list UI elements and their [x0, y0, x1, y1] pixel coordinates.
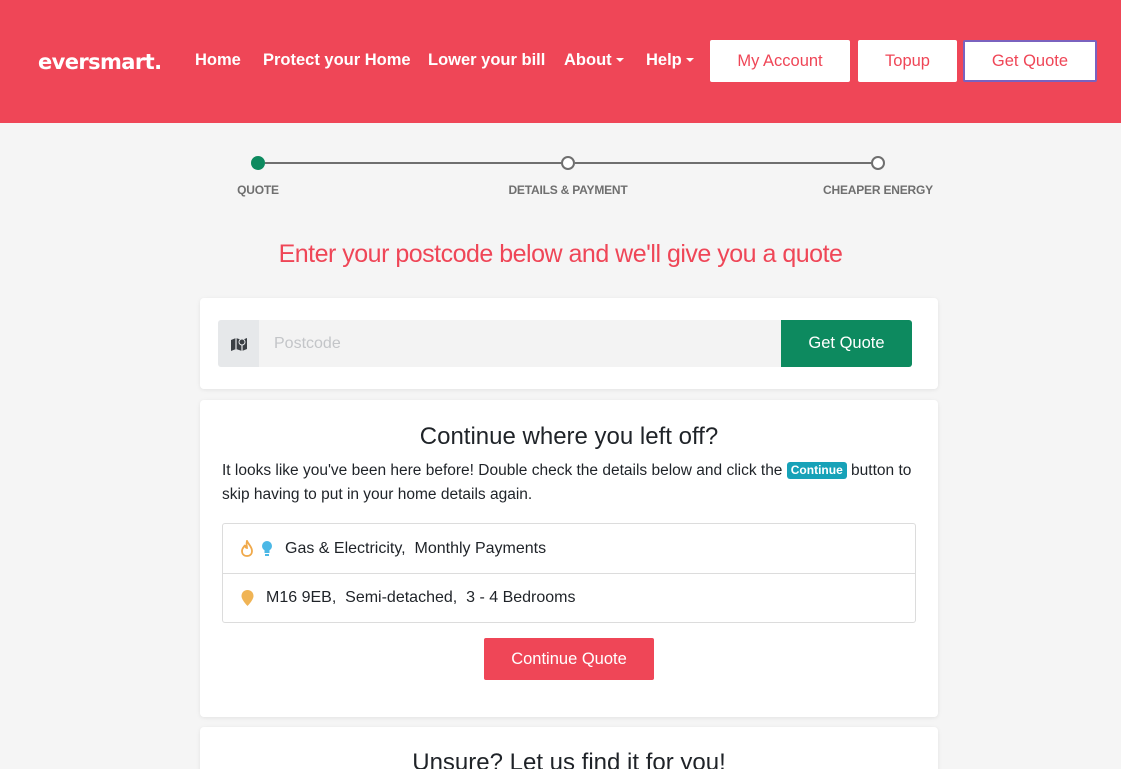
map-icon [218, 320, 259, 367]
nav-home[interactable]: Home [195, 51, 241, 70]
step-dot-cheaper-energy [871, 156, 885, 170]
continue-badge: Continue [786, 462, 847, 479]
header-get-quote-button[interactable]: Get Quote [963, 40, 1097, 82]
list-item-property: M16 9EB, Semi-detached, 3 - 4 Bedrooms [223, 573, 915, 622]
nav-lower-label: Lower your bill [428, 51, 546, 69]
nav-about-dropdown[interactable]: About [564, 51, 624, 70]
nav-about-label: About [564, 51, 612, 69]
continue-title: Continue where you left off? [419, 423, 719, 450]
nav-home-label: Home [195, 51, 241, 69]
page-headline: Enter your postcode below and we'll give… [278, 240, 843, 268]
continue-description-text: It looks like you've been here before! D… [222, 462, 787, 479]
step-label-cheaper-energy: CHEAPER ENERGY [823, 183, 933, 197]
my-account-button[interactable]: My Account [710, 40, 850, 82]
property-details-text: M16 9EB, Semi-detached, 3 - 4 Bedrooms [266, 589, 576, 606]
nav-protect-your-home[interactable]: Protect your Home [263, 51, 411, 70]
eversmart-logo[interactable]: eversmart. [38, 50, 162, 74]
step-dot-details-payment [561, 156, 575, 170]
stepper-line [265, 162, 562, 164]
flame-icon [241, 540, 253, 557]
step-label-details-payment: DETAILS & PAYMENT [508, 183, 628, 197]
nav-help-label: Help [646, 51, 682, 69]
postcode-card: Get Quote [200, 298, 938, 389]
lightbulb-icon [261, 540, 273, 557]
continue-quote-button[interactable]: Continue Quote [484, 638, 654, 680]
unsure-title: Unsure? Let us find it for you! [412, 749, 726, 769]
postcode-input[interactable] [259, 320, 781, 367]
unsure-card: Unsure? Let us find it for you! [200, 727, 938, 769]
stepper-line [575, 162, 872, 164]
caret-down-icon [685, 58, 694, 62]
continue-quote-card: Continue where you left off? It looks li… [200, 400, 938, 717]
list-item-energy: Gas & Electricity, Monthly Payments [223, 524, 915, 573]
topup-button[interactable]: Topup [858, 40, 957, 82]
get-quote-button[interactable]: Get Quote [781, 320, 912, 367]
step-label-quote: QUOTE [237, 183, 279, 197]
map-pin-icon [241, 589, 254, 607]
continue-description: It looks like you've been here before! D… [222, 459, 912, 507]
nav-protect-label: Protect your Home [263, 51, 411, 69]
energy-details-text: Gas & Electricity, Monthly Payments [285, 539, 547, 557]
caret-down-icon [615, 58, 624, 62]
nav-help-dropdown[interactable]: Help [646, 51, 694, 70]
step-dot-quote [251, 156, 265, 170]
nav-lower-your-bill[interactable]: Lower your bill [428, 51, 545, 70]
saved-details-list: Gas & Electricity, Monthly Payments M16 … [222, 523, 916, 623]
site-header: eversmart. Home Protect your Home Lower … [0, 0, 1121, 123]
